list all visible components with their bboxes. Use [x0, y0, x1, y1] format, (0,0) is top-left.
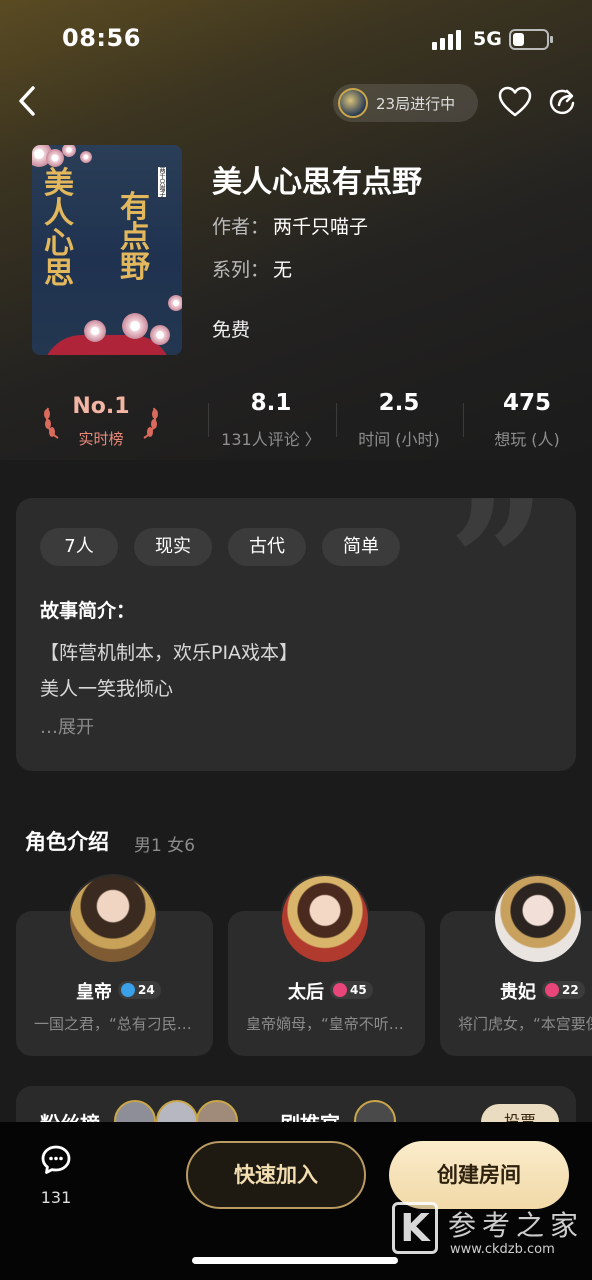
role-desc: 一国之君，“总有刁民… — [34, 1015, 192, 1033]
game-avatar — [338, 88, 368, 118]
share-icon — [549, 89, 575, 115]
female-icon — [333, 983, 347, 997]
roles-title: 角色介绍 — [25, 830, 109, 854]
rank-label: 实时榜 — [78, 430, 124, 448]
chat-button[interactable] — [40, 1144, 72, 1176]
cover-title: 美人心思 — [44, 166, 74, 291]
price-label: 免费 — [212, 319, 251, 341]
signal-icon — [432, 30, 464, 50]
live-games-label: 23局进行中 — [376, 95, 456, 113]
summary-line: 【阵营机制本，欢乐PIA戏本】 — [40, 642, 299, 664]
create-room-button[interactable]: 创建房间 — [389, 1141, 569, 1209]
chat-icon — [41, 1145, 71, 1174]
quick-join-button[interactable]: 快速加入 — [186, 1141, 366, 1209]
male-icon — [121, 983, 135, 997]
rank-badge[interactable]: No.1 实时榜 — [42, 394, 160, 454]
status-time: 08:56 — [62, 24, 141, 52]
quote-icon: ” — [448, 498, 546, 663]
divider — [463, 403, 464, 437]
expand-link[interactable]: …展开 — [40, 713, 94, 739]
chevron-left-icon — [19, 86, 35, 116]
live-games-pill[interactable]: 23局进行中 — [333, 84, 478, 122]
tag-era[interactable]: 古代 — [228, 528, 306, 566]
role-avatar[interactable] — [280, 874, 370, 964]
book-cover[interactable]: 美人心思 有点野 两千只喵子 — [32, 145, 182, 355]
network-label: 5G — [473, 28, 502, 50]
roles-subtitle: 男1 女6 — [134, 836, 196, 856]
favorite-button[interactable] — [497, 85, 533, 119]
role-badge: 22 — [542, 981, 585, 999]
role-badge: 45 — [330, 981, 373, 999]
divider — [208, 403, 209, 437]
duration-label: 时间 (小时) — [358, 430, 440, 449]
series-label: 系列： — [212, 259, 270, 281]
watermark-logo: K — [392, 1202, 438, 1254]
role-avatar[interactable] — [493, 874, 583, 964]
role-desc: 皇帝嫡母，“皇帝不听… — [246, 1015, 404, 1033]
role-avatar[interactable] — [68, 874, 158, 964]
want-value: 475 — [502, 390, 551, 416]
role-badge: 24 — [118, 981, 161, 999]
tag-genre[interactable]: 现实 — [134, 528, 212, 566]
duration-value: 2.5 — [378, 390, 420, 416]
tag-players[interactable]: 7人 — [40, 528, 118, 566]
role-name: 贵妃 — [500, 982, 536, 1003]
cover-author: 两千只喵子 — [158, 167, 166, 197]
summary-card: ” 7人 现实 古代 简单 故事简介： 【阵营机制本，欢乐PIA戏本】 美人一笑… — [16, 498, 576, 771]
author-name[interactable]: 两千只喵子 — [273, 212, 368, 239]
divider — [336, 403, 337, 437]
female-icon — [545, 983, 559, 997]
role-desc: 将门虎女，“本宫要保 — [458, 1015, 592, 1033]
rating-value: 8.1 — [250, 390, 292, 416]
want-label: 想玩 (人) — [494, 430, 560, 449]
reviews-link[interactable]: 131人评论 〉 — [220, 426, 322, 450]
book-title: 美人心思有点野 — [212, 165, 422, 200]
author-label: 作者： — [212, 216, 270, 238]
tag-difficulty[interactable]: 简单 — [322, 528, 400, 566]
summary-line: 美人一笑我倾心 — [40, 678, 174, 700]
role-name: 皇帝 — [76, 982, 112, 1003]
watermark-text: 参考之家 — [448, 1209, 585, 1242]
home-indicator[interactable] — [192, 1257, 398, 1264]
role-name: 太后 — [288, 982, 324, 1003]
chat-count: 131 — [40, 1188, 72, 1207]
heart-icon — [498, 86, 532, 117]
share-button[interactable] — [547, 86, 579, 118]
summary-title: 故事简介： — [40, 600, 136, 622]
battery-icon — [509, 29, 553, 50]
series-value: 无 — [273, 259, 293, 281]
watermark-url: www.ckdzb.com — [450, 1242, 555, 1257]
back-button[interactable] — [14, 84, 44, 118]
rank-number: No.1 — [72, 394, 130, 419]
